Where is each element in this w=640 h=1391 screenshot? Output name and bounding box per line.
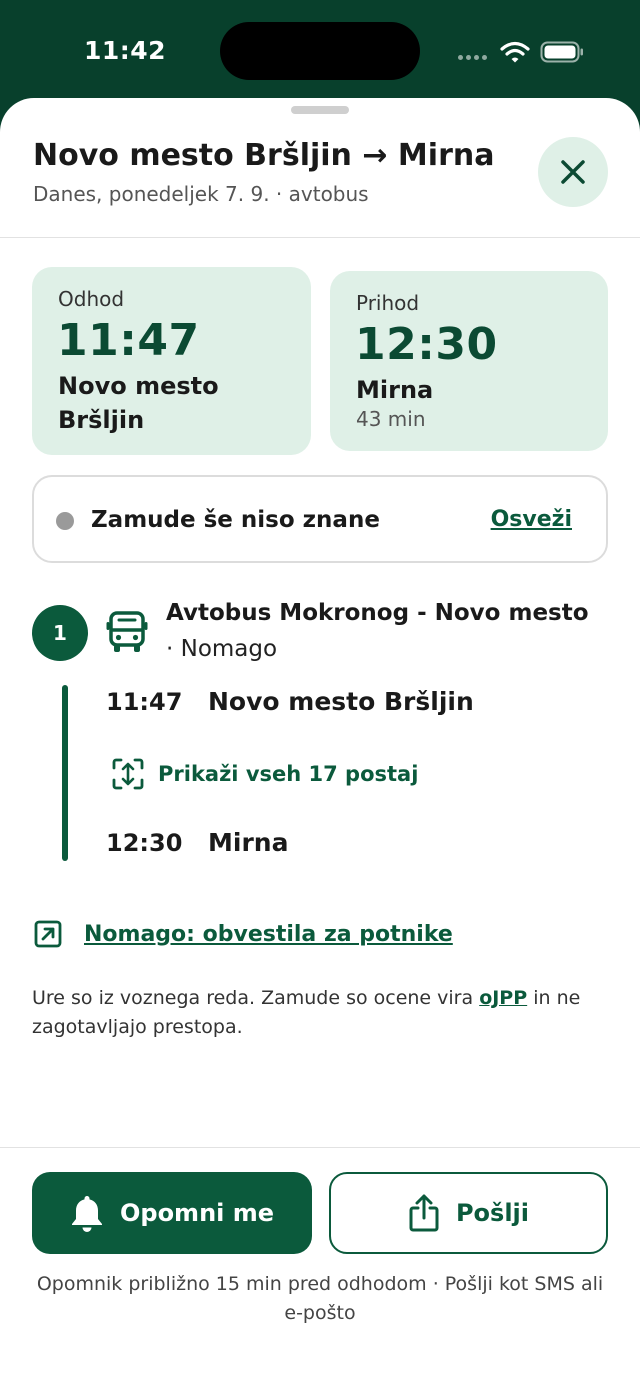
bus-icon: [106, 611, 148, 652]
route-title: Novo mesto Bršljin → Mirna: [33, 138, 495, 173]
remind-me-button[interactable]: Opomni me: [32, 1172, 312, 1254]
show-all-stops-button[interactable]: Prikaži vseh 17 postaj: [110, 756, 418, 792]
share-label: Pošlji: [455, 1199, 530, 1227]
share-icon: [409, 1194, 439, 1232]
stop-time: 12:30: [106, 829, 183, 857]
delay-status-dot: [56, 512, 74, 530]
signal-icon: [458, 55, 487, 60]
stop-time: 11:47: [106, 688, 183, 716]
show-all-stops-label: Prikaži vseh 17 postaj: [158, 762, 419, 786]
trip-detail-sheet: Novo mesto Bršljin → Mirna Danes, ponede…: [0, 98, 640, 1391]
route-subtitle: Danes, ponedeljek 7. 9. · avtobus: [33, 182, 369, 206]
status-time: 11:42: [84, 36, 167, 65]
wifi-icon: [500, 41, 530, 63]
arrival-card: Prihod 12:30 Mirna 43 min: [330, 271, 608, 451]
arrival-stop: Mirna: [356, 376, 434, 404]
close-button[interactable]: [538, 137, 608, 207]
stop-name: Novo mesto Bršljin: [208, 687, 474, 716]
sheet-header: Novo mesto Bršljin → Mirna Danes, ponede…: [0, 98, 640, 238]
bell-icon: [71, 1196, 102, 1232]
leg-operator: · Nomago: [166, 636, 278, 662]
status-bar: 11:42: [0, 0, 640, 100]
external-link-icon: [34, 920, 62, 948]
leg-number-badge: 1: [32, 605, 88, 661]
delay-status-text: Zamude še niso znane: [91, 507, 380, 533]
departure-stop: Novo mesto Bršljin: [58, 372, 219, 434]
arrival-label: Prihod: [356, 291, 420, 315]
bottom-action-bar: Opomni me Pošlji Opomnik približno 15 mi…: [0, 1147, 640, 1391]
refresh-link[interactable]: Osveži: [491, 507, 572, 532]
operator-notices-link[interactable]: Nomago: obvestila za potnike: [34, 920, 453, 948]
share-button[interactable]: Pošlji: [329, 1172, 608, 1254]
remind-me-label: Opomni me: [119, 1199, 275, 1227]
timetable-footnote: Ure so iz voznega reda. Zamude so ocene …: [32, 984, 622, 1042]
battery-icon: [540, 41, 583, 63]
actions-hint: Opomnik približno 15 min pred odhodom · …: [36, 1273, 604, 1324]
arrival-time: 12:30: [355, 319, 498, 370]
departure-label: Odhod: [58, 287, 125, 311]
trip-duration: 43 min: [356, 407, 426, 431]
stop-name: Mirna: [208, 828, 289, 857]
departure-card: Odhod 11:47 Novo mesto Bršljin: [32, 267, 311, 455]
footnote-text: Ure so iz voznega reda. Zamude so ocene …: [32, 987, 480, 1009]
departure-time: 11:47: [57, 315, 200, 366]
source-link[interactable]: oJPP: [479, 987, 527, 1009]
delay-status-box: Zamude še niso znane Osveži: [32, 475, 608, 563]
expand-icon: [112, 758, 144, 790]
dynamic-island: [220, 22, 420, 80]
leg-timeline-bar: [62, 685, 68, 861]
leg-line-title: Avtobus Mokronog - Novo mesto: [166, 600, 589, 626]
operator-notices-label: Nomago: obvestila za potnike: [84, 921, 453, 947]
close-icon: [561, 160, 585, 184]
